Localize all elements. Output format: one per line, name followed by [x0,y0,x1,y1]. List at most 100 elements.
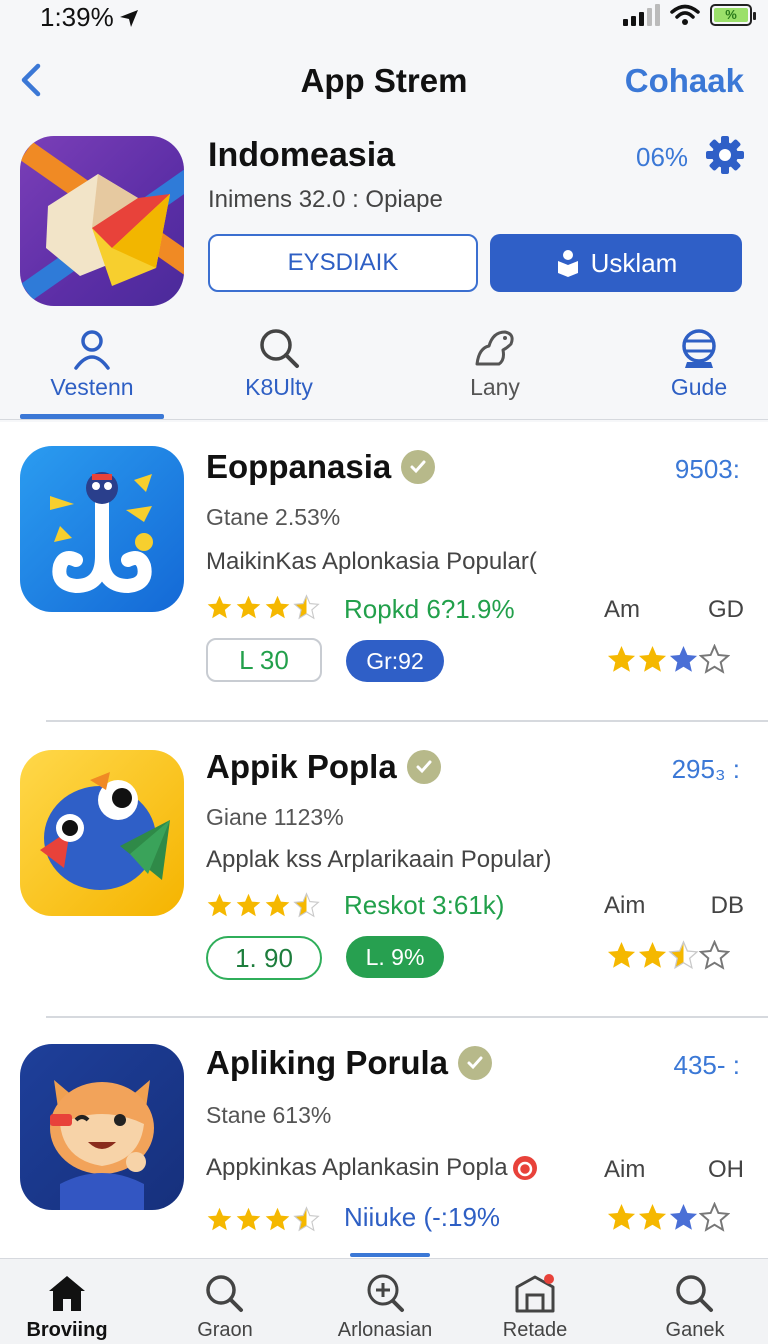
rating-stars [206,594,320,621]
star-icon [607,645,636,672]
navigation-bar: App Strem Cohaak [0,50,768,114]
secondary-rating-stars [606,1202,730,1233]
header-app-icon[interactable] [20,136,184,306]
status-bar: 1:39% % [0,0,768,36]
add-search-icon [367,1274,404,1312]
star-icon [236,595,261,619]
secondary-action-button[interactable]: EYSDIAIK [208,234,478,292]
search-icon [206,1275,243,1312]
bottom-tab-apps[interactable]: Arlonasian [330,1273,440,1342]
app-pill-outline[interactable]: L 30 [206,638,322,682]
alert-badge-icon [512,1156,537,1180]
tab-label: K8Ulty [245,374,313,400]
app-pill-solid[interactable]: L. 9% [346,936,444,978]
app-rank: 9503: [674,454,740,484]
star-icon [207,893,232,917]
list-item[interactable]: Appik Popla 295₃ : Giane 1123% Applak ks… [0,722,768,1018]
half-star-icon [293,892,320,918]
user-badge-icon [557,250,578,277]
star-icon [669,1203,698,1230]
app-subtitle: Gtane 2.53% [206,504,341,530]
app-stat: Ropkd 6?1.9% [344,594,515,624]
empty-star-icon [699,940,730,970]
rating-stars [206,892,320,919]
app-rank: 295₃ : [671,754,740,784]
tab-vestenn[interactable]: Vestenn [17,320,167,416]
star-icon [207,595,232,619]
bottom-tab-label: Broviing [26,1319,108,1341]
app-subtitle: Giane 1123% [206,804,344,830]
primary-action-button[interactable]: Usklam [490,234,742,292]
bottom-tab-store[interactable]: Retade [480,1273,590,1342]
app-description: MaikinKas Aplonkasia Popular( [206,548,537,575]
active-tab-indicator [20,414,164,419]
star-icon [607,941,636,968]
header-app-percent: 06% [636,142,689,172]
check-button[interactable]: Cohaak [625,62,744,100]
app-meta-left: Am [604,596,640,623]
star-icon [638,1203,667,1230]
bottom-tab-bar: Broviing Graon Arlonasian Retade Ganek [0,1253,768,1344]
bottom-tab-label: Ganek [665,1319,725,1341]
header-app-name: Indomeasia [208,136,396,174]
half-star-icon [293,594,320,620]
bottom-tab-home[interactable]: Broviing [12,1273,122,1342]
app-list: Eoppanasia 9503: Gtane 2.53% MaikinKas A… [0,422,768,1258]
star-icon [607,1203,636,1230]
app-stat: Niiuke (-:19% [344,1202,501,1232]
app-icon [20,1044,184,1210]
app-name: Appik Popla [206,748,441,786]
app-name: Apliking Porula [206,1044,493,1082]
person-icon [74,330,110,370]
app-meta-left: Aim [604,892,646,919]
app-subtitle: Stane 613% [206,1102,332,1128]
header-app-subtitle: Inimens 32.0 : Opiape [208,186,443,213]
verified-check-icon [406,750,441,784]
verified-check-icon [401,450,436,484]
bottom-tab-label: Graon [197,1319,253,1341]
store-icon [515,1274,555,1313]
app-meta-right: OH [708,1156,744,1183]
bottom-tab-search[interactable]: Graon [170,1273,280,1342]
star-icon [207,1207,232,1231]
app-icon [20,446,184,612]
star-icon [638,645,667,672]
star-icon [265,1207,290,1231]
primary-action-label: Usklam [590,247,678,278]
search-icon [676,1275,713,1312]
app-meta-right: DB [710,892,744,919]
bottom-tab-label: Retade [502,1319,568,1341]
tab-k8ulty[interactable]: K8Ulty [204,320,354,416]
app-description: Appkinkas Aplankasin Popla [206,1154,538,1182]
star-icon [265,595,290,619]
location-arrow-icon [119,10,138,27]
signal-icon [623,4,660,26]
globe-icon [682,329,716,368]
secondary-rating-stars [606,940,730,971]
tab-lany[interactable]: Lany [420,320,570,416]
tab-gude[interactable]: Gude [624,320,768,416]
empty-star-icon [699,1202,730,1232]
star-icon [265,893,290,917]
rating-stars [206,1206,320,1233]
gear-icon[interactable] [704,134,746,176]
app-pill-solid[interactable]: Gr:92 [346,640,444,682]
half-star-icon [668,940,699,970]
star-icon [669,645,698,672]
app-stat: Reskot 3:61k) [344,890,505,920]
bottom-tab-games[interactable]: Ganek [640,1273,750,1342]
app-rank: 435- : [673,1050,741,1080]
star-icon [236,893,261,917]
app-icon [20,750,184,916]
battery-icon: % [710,4,756,26]
star-icon [236,1207,261,1231]
ghost-icon [475,330,514,366]
empty-star-icon [699,644,730,674]
list-item[interactable]: Eoppanasia 9503: Gtane 2.53% MaikinKas A… [0,422,768,722]
category-tabs: Vestenn K8Ulty Lany Gude [0,320,768,420]
app-meta-left: Aim [604,1156,646,1183]
status-time: 1:39% [40,2,140,33]
wifi-icon [670,4,700,25]
app-pill-outline[interactable]: 1. 90 [206,936,322,980]
tab-label: Gude [670,374,728,400]
